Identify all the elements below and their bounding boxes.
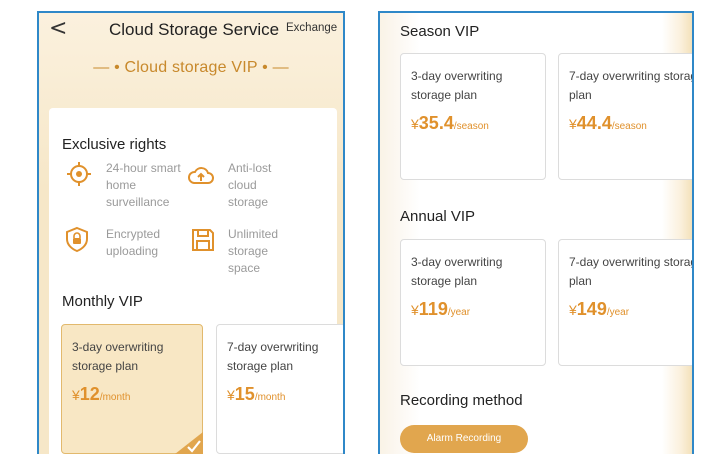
- back-icon[interactable]: <: [49, 16, 67, 41]
- season-plan-7day[interactable]: 7-day overwriting storage plan ¥44.4/sea…: [558, 53, 694, 180]
- plan-price: ¥149/year: [569, 299, 630, 319]
- monthly-plan-7day[interactable]: 7-day overwriting storage plan ¥15/month: [216, 324, 343, 454]
- annual-plan-3day[interactable]: 3-day overwriting storage plan ¥119/year: [400, 239, 546, 366]
- monthly-plan-3day[interactable]: 3-day overwriting storage plan ¥12/month: [61, 324, 203, 454]
- plan-name: 3-day overwriting storage plan: [411, 69, 503, 102]
- annual-plan-7day[interactable]: 7-day overwriting storage plan ¥149/year: [558, 239, 694, 366]
- lock-icon: [66, 226, 88, 253]
- surveillance-icon: [67, 162, 91, 186]
- rights-item-encrypted: Encrypted uploading: [106, 227, 161, 258]
- left-screen: < Cloud Storage Service Exchange — • Clo…: [37, 11, 345, 454]
- plan-price: ¥44.4/season: [569, 113, 647, 133]
- season-plan-3day[interactable]: 3-day overwriting storage plan ¥35.4/sea…: [400, 53, 546, 180]
- season-vip-title: Season VIP: [400, 23, 480, 40]
- plan-name: 7-day overwriting storage plan: [227, 340, 319, 373]
- plan-price: ¥12/month: [72, 384, 131, 404]
- recording-method-title: Recording method: [400, 392, 523, 409]
- plan-name: 3-day overwriting storage plan: [411, 255, 503, 288]
- vip-banner: — • Cloud storage VIP • —: [93, 59, 289, 76]
- save-icon: [192, 229, 214, 251]
- rights-item-anti-lost: Anti-lost cloud storage: [228, 161, 272, 209]
- exclusive-rights-title: Exclusive rights: [62, 136, 167, 153]
- header: < Cloud Storage Service Exchange: [39, 13, 343, 47]
- plan-name: 7-day overwriting storage plan: [569, 255, 694, 288]
- plan-name: 3-day overwriting storage plan: [72, 340, 164, 373]
- cloud-upload-icon: [188, 167, 214, 184]
- right-screen: Season VIP 3-day overwriting storage pla…: [378, 11, 694, 454]
- selected-check-icon: [175, 432, 203, 454]
- monthly-vip-title: Monthly VIP: [62, 293, 143, 310]
- rights-item-unlimited: Unlimited storage space: [228, 227, 279, 275]
- plan-price: ¥35.4/season: [411, 113, 489, 133]
- annual-vip-title: Annual VIP: [400, 208, 476, 225]
- plan-price: ¥15/month: [227, 384, 286, 404]
- plan-price: ¥119/year: [411, 299, 471, 319]
- page-title: Cloud Storage Service: [109, 20, 280, 39]
- exchange-link[interactable]: Exchange: [286, 22, 337, 34]
- alarm-recording-button[interactable]: Alarm Recording: [400, 425, 528, 453]
- plan-name: 7-day overwriting storage plan: [569, 69, 694, 102]
- rights-item-surveillance: 24-hour smart home surveillance: [106, 161, 181, 209]
- benefits-card: Exclusive rights 24-hour smart home surv…: [49, 108, 343, 454]
